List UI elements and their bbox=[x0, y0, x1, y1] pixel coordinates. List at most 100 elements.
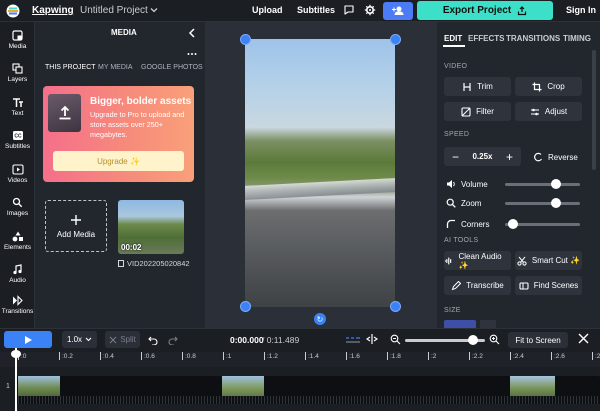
ruler-tick-mark bbox=[346, 352, 347, 360]
rail-item-subtitles[interactable]: CC Subtitles bbox=[0, 130, 35, 150]
timeline-zoom-knob[interactable] bbox=[468, 335, 478, 345]
gear-icon[interactable] bbox=[364, 4, 376, 16]
adjust-icon bbox=[530, 108, 539, 115]
play-button[interactable] bbox=[4, 331, 52, 348]
tab-google-photos[interactable]: GOOGLE PHOTOS bbox=[141, 64, 203, 71]
trim-button[interactable]: Trim bbox=[444, 77, 511, 96]
volume-label: Volume bbox=[446, 179, 488, 189]
rail-item-images[interactable]: Images bbox=[0, 197, 35, 217]
resize-handle-top-left[interactable] bbox=[240, 34, 251, 45]
ruler-tick-label: :1.2 bbox=[267, 353, 278, 360]
ruler-tick-mark bbox=[551, 352, 552, 360]
rotate-handle-icon[interactable]: ↻ bbox=[314, 313, 326, 325]
tab-transitions[interactable]: TRANSITIONS bbox=[506, 34, 560, 43]
chevron-down-icon[interactable] bbox=[150, 6, 158, 14]
subtitles-icon: CC bbox=[12, 131, 23, 140]
scissors-icon bbox=[517, 256, 527, 266]
clean-audio-label: Clean Audio ✨ bbox=[458, 251, 502, 270]
add-media-label: Add Media bbox=[56, 229, 96, 239]
plus-icon[interactable]: + bbox=[506, 150, 513, 164]
transcribe-button[interactable]: Transcribe bbox=[444, 276, 511, 295]
ruler-tick-mark bbox=[469, 352, 470, 360]
tab-effects[interactable]: EFFECTS bbox=[468, 34, 504, 43]
crop-button[interactable]: Crop bbox=[515, 77, 582, 96]
ruler-tick-label: :1.8 bbox=[390, 353, 401, 360]
zoom-slider[interactable] bbox=[505, 202, 580, 205]
clip-filename[interactable]: VID202205020842 bbox=[118, 259, 190, 268]
find-scenes-button[interactable]: Find Scenes bbox=[515, 276, 582, 295]
ruler-tick-label: :0.6 bbox=[144, 353, 155, 360]
ruler-tick-label: :0.8 bbox=[185, 353, 196, 360]
trim-label: Trim bbox=[477, 82, 493, 91]
brand-link[interactable]: Kapwing bbox=[32, 5, 74, 16]
add-media-button[interactable]: Add Media bbox=[45, 200, 107, 252]
size-option-active[interactable] bbox=[444, 320, 476, 328]
clean-audio-button[interactable]: Clean Audio ✨ bbox=[444, 251, 511, 270]
redo-icon[interactable] bbox=[168, 335, 178, 345]
snap-icon[interactable] bbox=[345, 336, 361, 344]
ruler-tick-mark bbox=[592, 352, 593, 360]
volume-slider[interactable] bbox=[505, 183, 580, 186]
split-view-icon[interactable] bbox=[366, 333, 378, 345]
speed-stepper[interactable]: − 0.25x + bbox=[444, 147, 521, 166]
rail-item-layers[interactable]: Layers bbox=[0, 63, 35, 83]
sign-in-button[interactable]: Sign In bbox=[566, 5, 596, 15]
collapse-panel-icon[interactable] bbox=[188, 28, 196, 38]
resize-handle-top-right[interactable] bbox=[390, 34, 401, 45]
rail-item-videos[interactable]: Videos bbox=[0, 164, 35, 184]
tab-this-project[interactable]: THIS PROJECT bbox=[45, 64, 96, 71]
upload-button[interactable]: Upload bbox=[252, 5, 283, 15]
corners-label: Corners bbox=[446, 219, 489, 229]
export-label: Export Project bbox=[442, 5, 512, 16]
resize-handle-bottom-left[interactable] bbox=[240, 301, 251, 312]
rail-item-elements[interactable]: Elements bbox=[0, 231, 35, 251]
rail-label: Elements bbox=[3, 244, 32, 251]
clip-duration: 00:02 bbox=[121, 243, 142, 252]
project-title[interactable]: Untitled Project bbox=[80, 5, 148, 16]
rail-item-transitions[interactable]: Transitions bbox=[0, 295, 35, 315]
waveform-icon bbox=[444, 257, 452, 264]
video-preview[interactable] bbox=[245, 39, 395, 307]
zoom-out-icon[interactable] bbox=[390, 334, 401, 345]
split-button[interactable]: Split bbox=[105, 331, 140, 348]
zoom-slider-knob[interactable] bbox=[550, 198, 561, 208]
rail-label: Media bbox=[8, 43, 27, 50]
resize-handle-bottom-right[interactable] bbox=[390, 301, 401, 312]
filter-button[interactable]: Filter bbox=[444, 102, 511, 121]
rail-item-media[interactable]: Media bbox=[0, 30, 35, 50]
upgrade-button[interactable]: Upgrade ✨ bbox=[53, 151, 184, 171]
subtitles-button[interactable]: Subtitles bbox=[297, 5, 335, 15]
rail-item-text[interactable]: Text bbox=[0, 97, 35, 117]
playhead-handle[interactable] bbox=[11, 350, 21, 358]
tab-my-media[interactable]: MY MEDIA bbox=[98, 64, 133, 71]
minus-icon[interactable]: − bbox=[452, 150, 459, 164]
volume-slider-knob[interactable] bbox=[550, 179, 561, 189]
panel-scrollbar[interactable] bbox=[592, 50, 596, 170]
zoom-text: Zoom bbox=[461, 198, 482, 208]
tab-edit[interactable]: EDIT bbox=[444, 34, 462, 43]
ruler-tick-label: :2.2 bbox=[472, 353, 483, 360]
zoom-in-icon[interactable] bbox=[489, 334, 500, 345]
kapwing-logo[interactable] bbox=[6, 4, 20, 18]
undo-icon[interactable] bbox=[148, 335, 158, 345]
reverse-icon bbox=[534, 152, 543, 162]
tab-timing[interactable]: TIMING bbox=[563, 34, 591, 43]
smart-cut-button[interactable]: Smart Cut ✨ bbox=[515, 251, 582, 270]
plus-icon bbox=[71, 214, 81, 225]
ruler-tick-mark bbox=[264, 352, 265, 360]
corners-icon bbox=[446, 219, 455, 228]
playback-speed-dropdown[interactable]: 1.0x bbox=[62, 331, 97, 348]
add-user-button[interactable] bbox=[383, 2, 413, 20]
fit-to-screen-button[interactable]: Fit to Screen bbox=[508, 332, 568, 348]
size-option[interactable] bbox=[480, 320, 496, 328]
text-icon bbox=[12, 98, 23, 107]
ruler-tick-label: :2.6 bbox=[554, 353, 565, 360]
rail-item-audio[interactable]: Audio bbox=[0, 264, 35, 284]
close-icon[interactable] bbox=[578, 333, 589, 344]
export-project-button[interactable]: Export Project bbox=[417, 1, 553, 20]
share-icon bbox=[517, 5, 527, 16]
more-options-icon[interactable] bbox=[187, 52, 197, 56]
comment-icon[interactable] bbox=[343, 4, 355, 16]
reverse-toggle[interactable]: Reverse bbox=[533, 152, 578, 162]
adjust-button[interactable]: Adjust bbox=[515, 102, 582, 121]
